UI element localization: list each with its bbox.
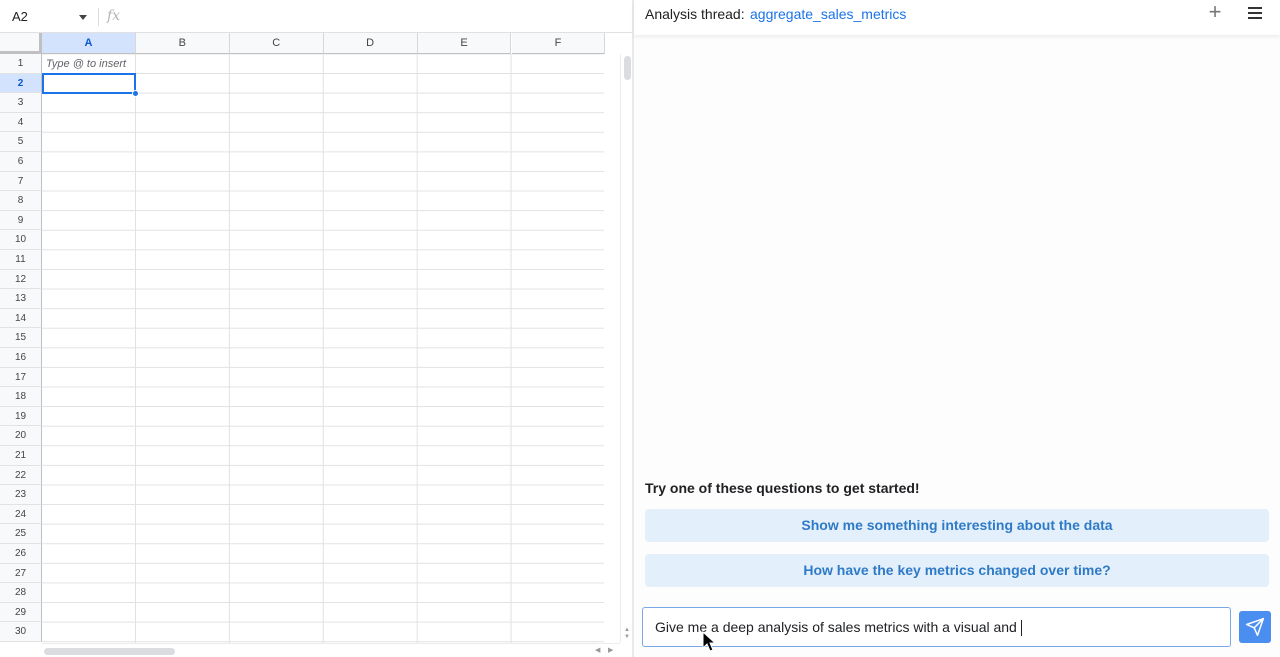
scroll-right-icon[interactable]: ▶ [608, 646, 613, 654]
mouse-cursor-icon [702, 631, 716, 652]
suggestion-button[interactable]: Show me something interesting about the … [645, 509, 1269, 542]
spreadsheet: A2 fx ABCDEF 1 2 3 4 5 6 7 8 9 10 11 12 13 14 15 16 17 18… [0, 0, 632, 657]
active-cell-a2[interactable] [42, 73, 136, 94]
column-header-b[interactable]: B [135, 33, 230, 54]
name-box[interactable]: A2 [0, 4, 92, 30]
row-header-21[interactable]: 21 [0, 446, 42, 466]
column-header-c[interactable]: C [229, 33, 324, 54]
row-header-2[interactable]: 2 [0, 73, 42, 94]
row-header-13[interactable]: 13 [0, 289, 42, 309]
row-header-15[interactable]: 15 [0, 328, 42, 348]
row-header-4[interactable]: 4 [0, 112, 42, 133]
fill-handle[interactable] [132, 90, 139, 97]
app-window: A2 fx ABCDEF 1 2 3 4 5 6 7 8 9 10 11 12 13 14 15 16 17 18… [0, 0, 1280, 657]
text-caret [1020, 620, 1022, 637]
row-header-27[interactable]: 27 [0, 563, 42, 584]
row-header-20[interactable]: 20 [0, 426, 42, 446]
horizontal-scroll-thumb[interactable] [44, 648, 175, 655]
cell-a1-hint: Type @ to insert [46, 58, 127, 70]
vertical-scroll-thumb[interactable] [624, 56, 631, 80]
row-header-3[interactable]: 3 [0, 93, 42, 113]
row-header-12[interactable]: 12 [0, 269, 42, 290]
divider [98, 8, 99, 26]
row-header-22[interactable]: 22 [0, 465, 42, 486]
thread-label: Analysis thread: [645, 6, 745, 22]
select-all-corner[interactable] [0, 33, 42, 54]
column-header-a[interactable]: A [42, 33, 136, 54]
vertical-scrollbar[interactable]: ▲ ▼ [620, 54, 632, 643]
suggestion-button[interactable]: How have the key metrics changed over ti… [645, 554, 1269, 587]
send-icon [1245, 617, 1265, 637]
row-header-10[interactable]: 10 [0, 230, 42, 250]
row-header-11[interactable]: 11 [0, 250, 42, 270]
analysis-panel: Analysis thread: aggregate_sales_metrics… [634, 0, 1280, 657]
row-header-1[interactable]: 1 [0, 54, 42, 74]
row-header-23[interactable]: 23 [0, 485, 42, 505]
plus-icon[interactable]: + [1205, 1, 1225, 23]
suggestions-heading: Try one of these questions to get starte… [645, 480, 920, 496]
row-header-6[interactable]: 6 [0, 152, 42, 172]
row-header-26[interactable]: 26 [0, 544, 42, 564]
row-header-18[interactable]: 18 [0, 387, 42, 407]
row-header-5[interactable]: 5 [0, 132, 42, 152]
send-button[interactable] [1239, 611, 1271, 643]
row-header-14[interactable]: 14 [0, 308, 42, 329]
row-header-29[interactable]: 29 [0, 602, 42, 623]
row-header-16[interactable]: 16 [0, 348, 42, 368]
row-header-7[interactable]: 7 [0, 171, 42, 192]
row-header-9[interactable]: 9 [0, 210, 42, 231]
row-header-25[interactable]: 25 [0, 524, 42, 544]
function-icon: fx [107, 8, 121, 24]
panel-header: Analysis thread: aggregate_sales_metrics… [634, 0, 1280, 35]
scroll-up-icon[interactable]: ▲ [624, 627, 630, 633]
row-header-17[interactable]: 17 [0, 367, 42, 388]
cell-grid[interactable] [42, 54, 604, 643]
row-header-30[interactable]: 30 [0, 622, 42, 642]
thread-name-link[interactable]: aggregate_sales_metrics [750, 6, 906, 22]
row-header-8[interactable]: 8 [0, 191, 42, 211]
prompt-input[interactable]: Give me a deep analysis of sales metrics… [642, 607, 1231, 647]
column-header-d[interactable]: D [323, 33, 418, 54]
name-box-value: A2 [12, 9, 28, 24]
scroll-down-icon[interactable]: ▼ [624, 634, 630, 640]
row-header-24[interactable]: 24 [0, 504, 42, 525]
hamburger-menu-icon[interactable] [1248, 7, 1262, 19]
row-header-28[interactable]: 28 [0, 583, 42, 603]
formula-bar: A2 fx [0, 0, 632, 33]
horizontal-scrollbar[interactable]: ◀ ▶ [42, 643, 620, 657]
scroll-left-icon[interactable]: ◀ [595, 646, 600, 654]
column-header-f[interactable]: F [511, 33, 606, 54]
column-header-e[interactable]: E [417, 33, 512, 54]
row-header-19[interactable]: 19 [0, 406, 42, 427]
chevron-down-icon[interactable] [79, 15, 87, 20]
